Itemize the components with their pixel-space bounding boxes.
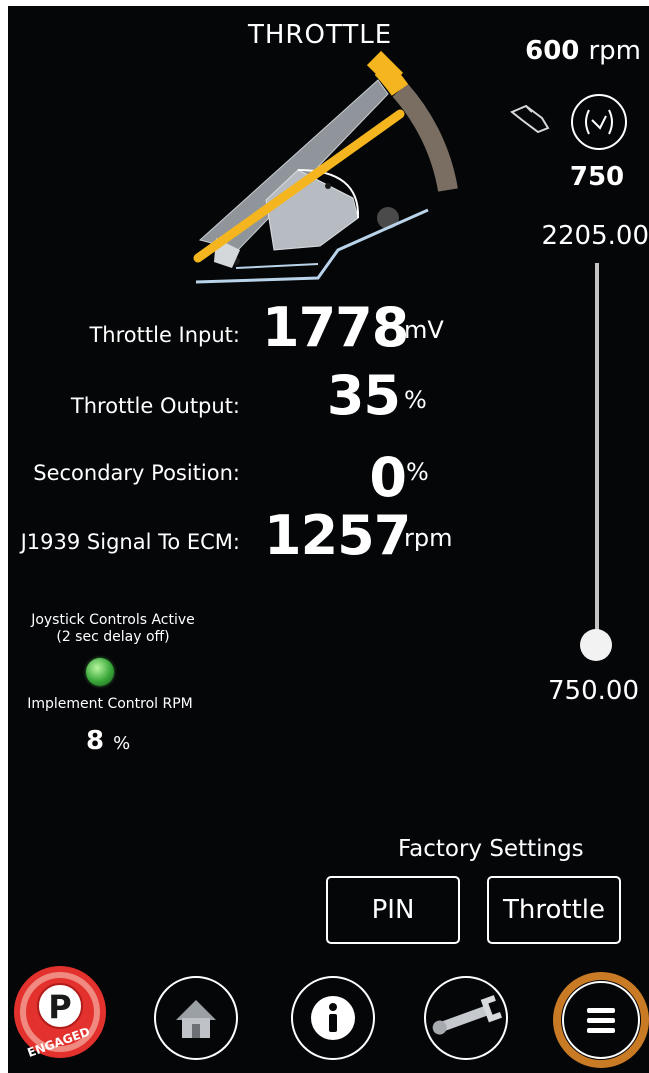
idle-rpm-button[interactable] [571,94,627,150]
throttle-pedal-illustration [193,50,458,284]
park-brake-button[interactable]: P ENGAGED [12,964,108,1060]
park-brake-letter: P [48,988,71,1026]
joystick-status-led [86,658,114,686]
implement-control-readout: 8 % [86,726,130,756]
info-button[interactable] [291,976,375,1060]
secondary-position-label: Secondary Position: [33,461,240,485]
throttle-output-value: 35 [326,364,401,427]
idle-rpm-value: 750 [569,162,625,192]
throttle-screen: THROTTLE 600 rpm 750 2205.00 750.00 Thro… [8,6,649,1073]
rpm-slider-thumb[interactable] [580,629,612,661]
home-button[interactable] [154,976,238,1060]
joystick-label-line1: Joystick Controls Active [31,612,195,628]
home-icon [176,1000,216,1038]
throttle-input-value: 1778 [262,296,409,359]
foot-pedal-icon [510,104,550,134]
slider-max-label: 2205.00 [541,221,649,251]
engine-rpm-readout: 600 rpm [525,36,641,66]
implement-control-unit: % [113,733,131,754]
j1939-signal-value: 1257 [264,504,411,567]
slider-min-label: 750.00 [548,676,639,706]
factory-settings-label: Factory Settings [398,836,584,862]
pin-button[interactable]: PIN [326,876,460,944]
j1939-signal-label: J1939 Signal To ECM: [20,530,240,554]
engine-rpm-value: 600 [525,36,580,66]
throttle-input-label: Throttle Input: [89,323,240,347]
implement-control-label: Implement Control RPM [27,696,193,712]
menu-icon [587,1008,615,1033]
joystick-status-label: Joystick Controls Active (2 sec delay of… [18,612,208,646]
menu-button[interactable] [553,972,649,1068]
tools-button[interactable] [424,976,508,1060]
secondary-position-unit: % [406,458,429,486]
throttle-output-label: Throttle Output: [70,394,240,418]
throttle-range-arc [392,83,458,192]
idle-gauge-icon [585,109,613,135]
engine-rpm-unit: rpm [588,36,641,66]
info-icon [311,996,355,1040]
j1939-signal-unit: rpm [404,524,453,552]
implement-control-value: 8 [86,726,105,756]
wrench-icon [432,995,503,1035]
throttle-input-unit: mV [404,316,444,344]
secondary-position-value: 0 [369,446,407,509]
throttle-output-unit: % [404,386,427,414]
rpm-slider-track[interactable] [595,263,599,645]
throttle-settings-button[interactable]: Throttle [487,876,621,944]
joystick-label-line2: (2 sec delay off) [56,629,170,645]
page-title: THROTTLE [248,20,393,50]
